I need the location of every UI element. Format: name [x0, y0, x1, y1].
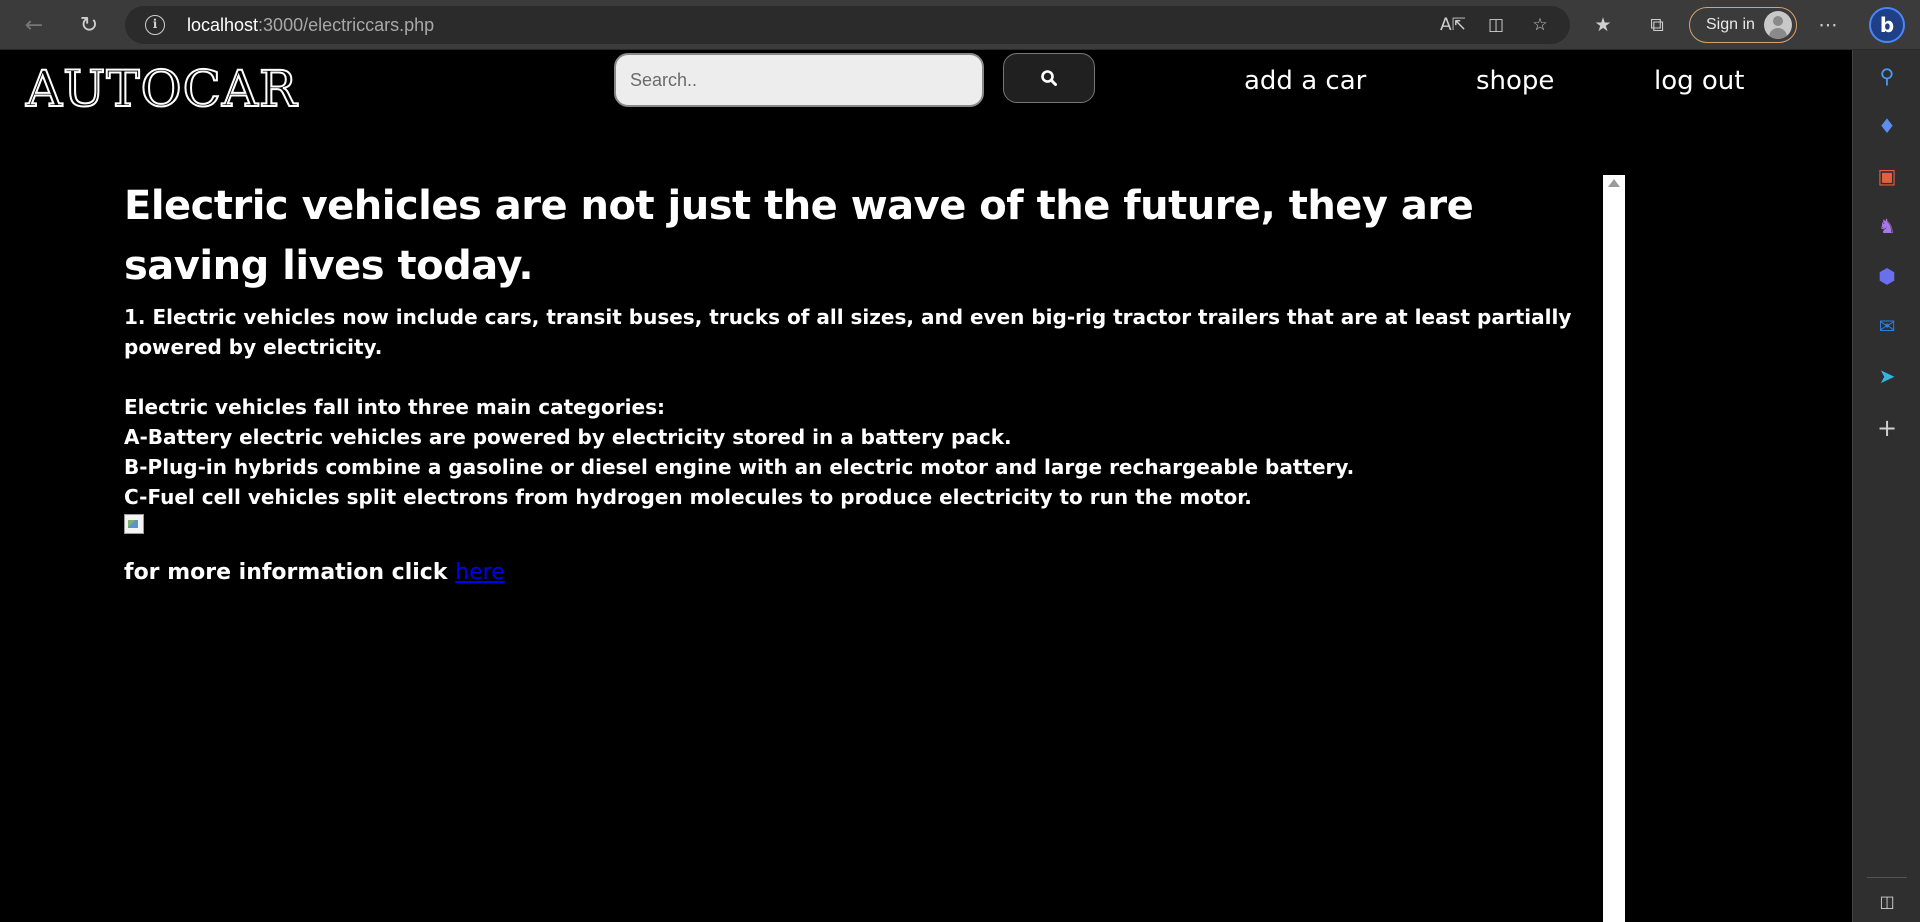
reload-icon[interactable]: ↻ — [73, 9, 105, 41]
drop-send-icon[interactable]: ➤ — [1873, 362, 1901, 390]
scroll-up-icon[interactable] — [1608, 179, 1620, 187]
url-host: localhost — [187, 15, 259, 35]
article: Electric vehicles are not just the wave … — [124, 176, 1584, 585]
site-logo[interactable]: AUTOCAR — [25, 59, 298, 119]
intro-paragraph: 1. Electric vehicles now include cars, t… — [124, 305, 1572, 359]
content-scrollbar[interactable] — [1603, 175, 1625, 922]
page-viewport: AUTOCAR add a car shope log out Electric… — [0, 50, 1852, 922]
search-icon[interactable]: ⚲ — [1873, 62, 1901, 90]
back-icon[interactable]: ← — [18, 9, 50, 41]
category-item: C-Fuel cell vehicles split electrons fro… — [124, 485, 1252, 509]
here-link[interactable]: here — [455, 560, 505, 585]
sidebar-divider — [1867, 877, 1907, 878]
collections-icon[interactable]: ⧉ — [1644, 12, 1670, 38]
browser-sidebar: ⚲ ♦ ▣ ♞ ⬢ ✉ ➤ + ◫ — [1852, 50, 1920, 922]
address-bar[interactable]: i localhost:3000/electriccars.php A⇱ ◫ ☆ — [125, 6, 1570, 44]
category-item: B-Plug-in hybrids combine a gasoline or … — [124, 455, 1355, 479]
read-aloud-icon[interactable]: A⇱ — [1440, 13, 1466, 37]
profile-avatar-icon — [1764, 11, 1792, 39]
favorites-icon[interactable]: ★ — [1590, 12, 1616, 38]
categories-heading: Electric vehicles fall into three main c… — [124, 395, 665, 419]
nav-shope[interactable]: shope — [1476, 66, 1554, 96]
outlook-icon[interactable]: ✉ — [1873, 312, 1901, 340]
more-options-icon[interactable]: ⋯ — [1815, 12, 1841, 38]
more-info-line: for more information click here — [124, 560, 1584, 585]
site-info-icon[interactable]: i — [145, 15, 165, 35]
search-button[interactable] — [1003, 53, 1095, 103]
microsoft-365-icon[interactable]: ⬢ — [1873, 262, 1901, 290]
url-path: :3000/electriccars.php — [258, 15, 435, 35]
magnifier-icon — [1041, 70, 1057, 86]
hide-sidebar-icon[interactable]: ◫ — [1873, 888, 1901, 916]
category-item: A-Battery electric vehicles are powered … — [124, 425, 1012, 449]
split-screen-icon[interactable]: ◫ — [1484, 13, 1508, 37]
games-chess-icon[interactable]: ♞ — [1873, 212, 1901, 240]
sign-in-label: Sign in — [1706, 16, 1755, 33]
search-input[interactable] — [614, 53, 984, 107]
bing-copilot-button[interactable]: b — [1869, 7, 1905, 43]
browser-toolbar: ← ↻ i localhost:3000/electriccars.php A⇱… — [0, 0, 1920, 50]
nav-log-out[interactable]: log out — [1654, 66, 1744, 96]
shopping-tag-icon[interactable]: ♦ — [1873, 112, 1901, 140]
page-title: Electric vehicles are not just the wave … — [124, 183, 1474, 289]
add-favorite-icon[interactable]: ☆ — [1528, 13, 1552, 37]
add-sidebar-app-icon[interactable]: + — [1873, 414, 1901, 442]
more-info-text: for more information click — [124, 560, 456, 585]
url-text[interactable]: localhost:3000/electriccars.php — [187, 15, 434, 36]
broken-image-icon — [124, 514, 144, 534]
tools-briefcase-icon[interactable]: ▣ — [1873, 162, 1901, 190]
sign-in-button[interactable]: Sign in — [1689, 7, 1797, 43]
nav-add-a-car[interactable]: add a car — [1244, 66, 1366, 96]
